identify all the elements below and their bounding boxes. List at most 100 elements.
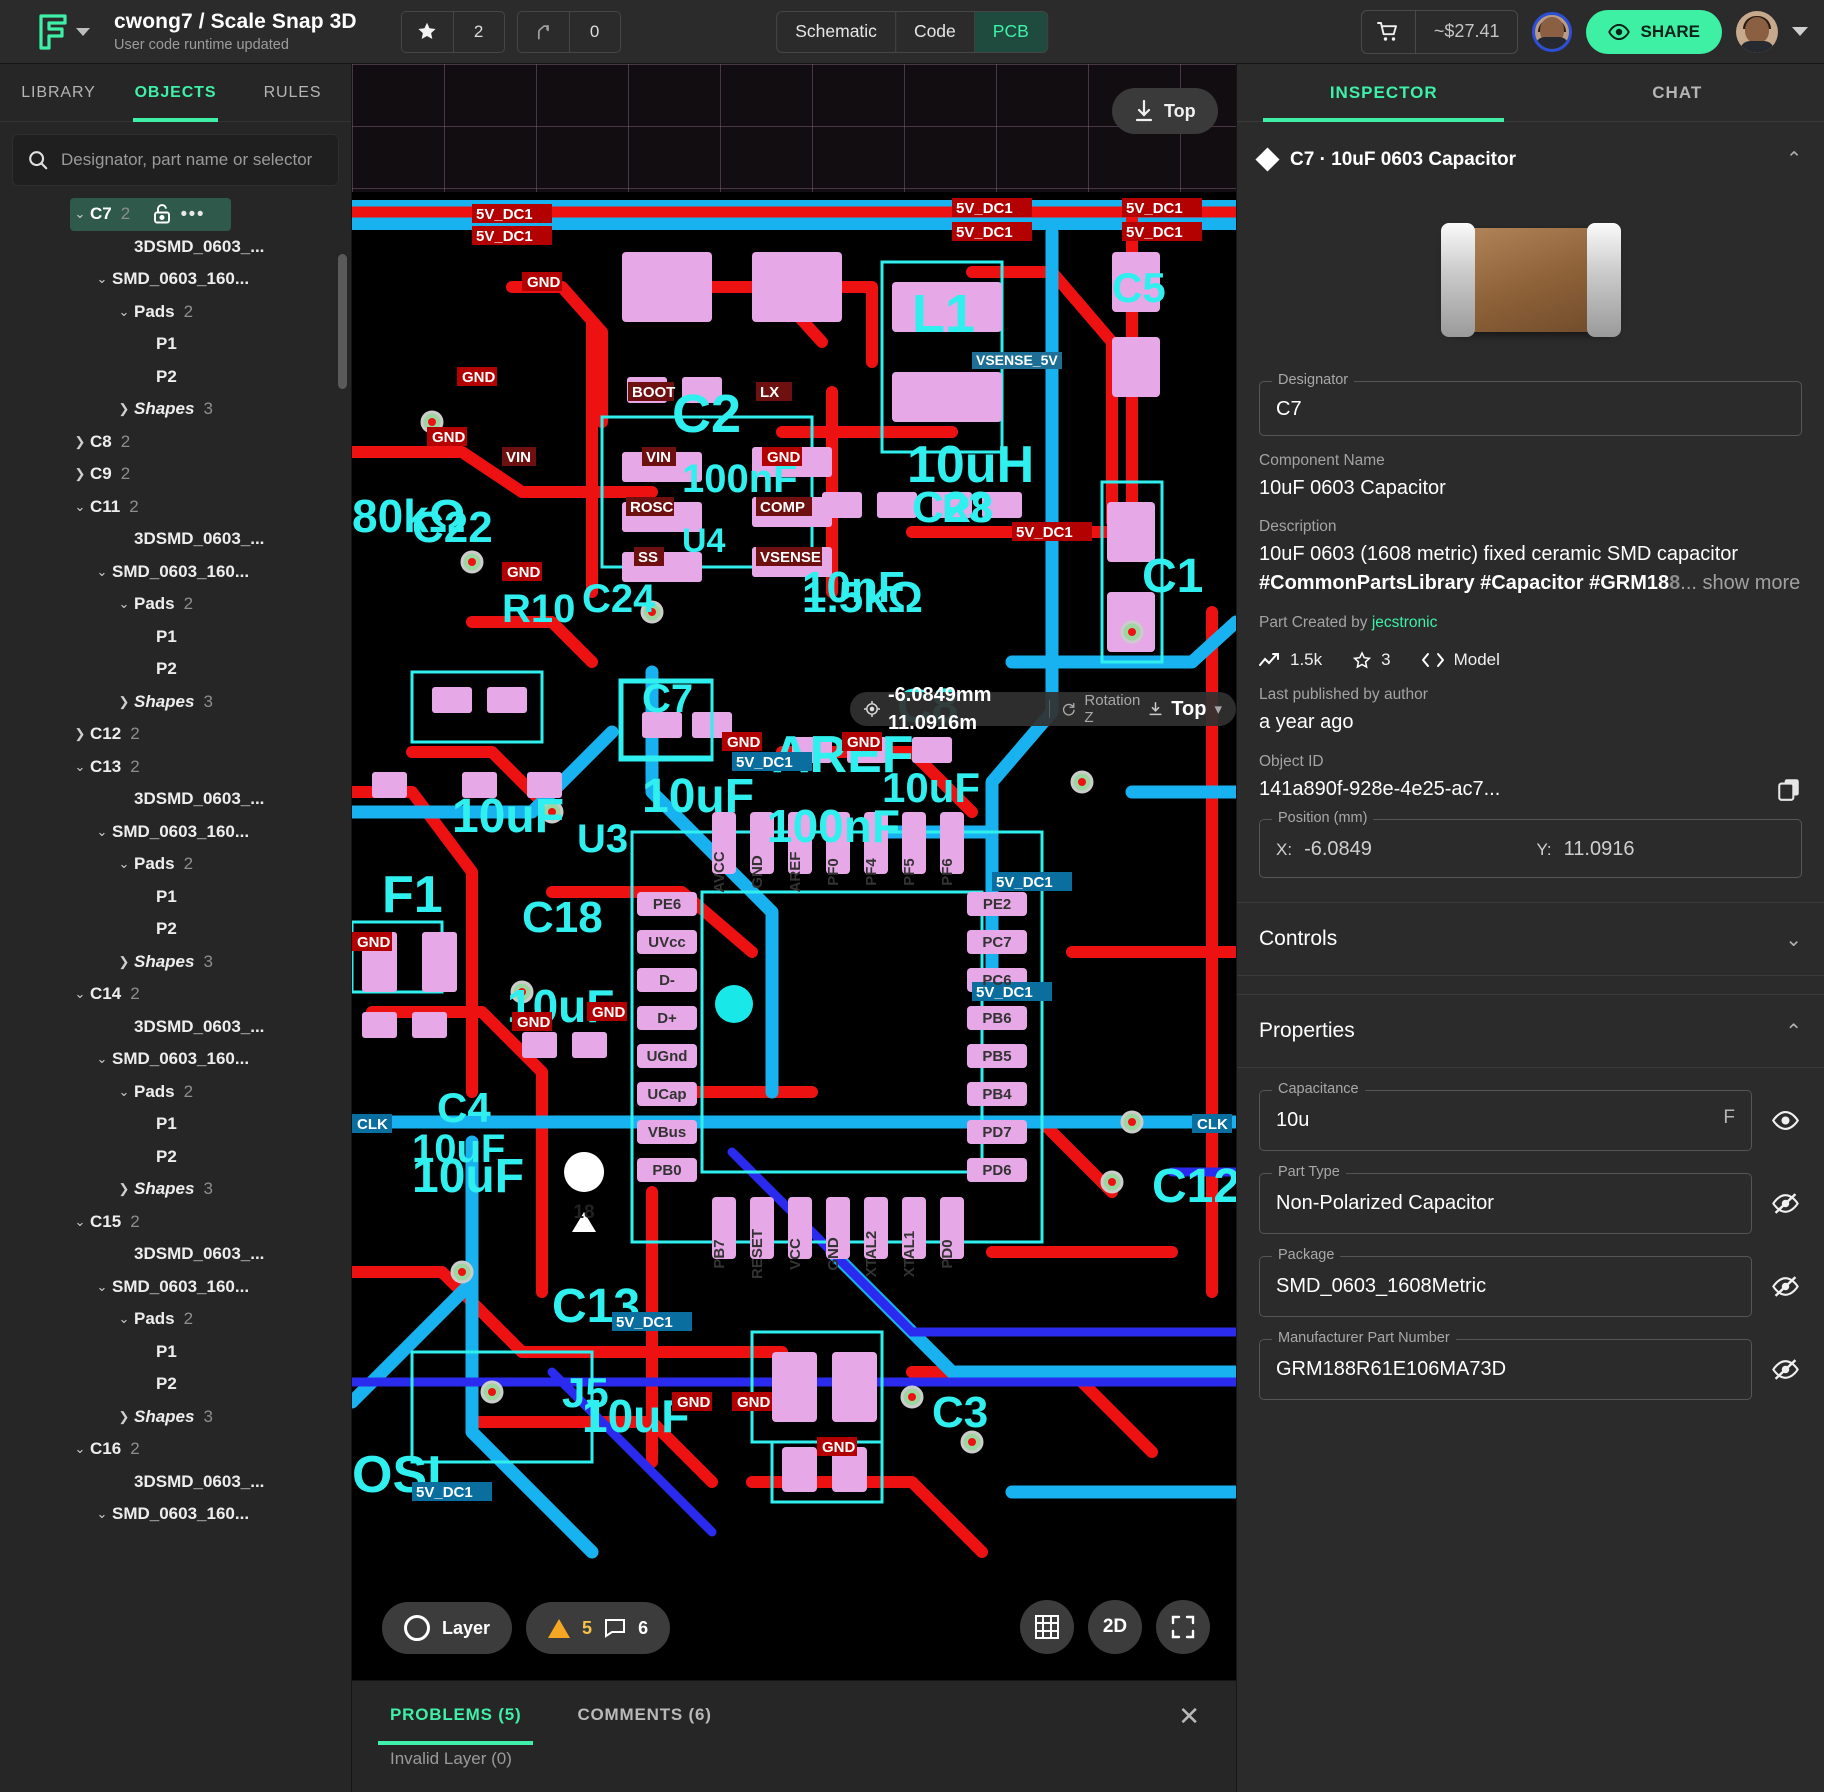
tree-row-smd-0603-160[interactable]: ⌄ SMD_0603_160...	[92, 1271, 351, 1304]
chevron-right-icon[interactable]: ❯	[114, 954, 134, 970]
tree-row-c8[interactable]: ❯ C8 2	[70, 426, 351, 459]
layer-button[interactable]: Layer	[382, 1602, 513, 1654]
mpn-value[interactable]: GRM188R61E106MA73D	[1276, 1356, 1735, 1383]
status-chip[interactable]: 5 6	[526, 1602, 671, 1654]
chevron-up-icon[interactable]: ⌃	[1785, 1019, 1802, 1044]
collaborator-avatar[interactable]	[1532, 11, 1573, 52]
show-more-link[interactable]: ... show more	[1680, 572, 1800, 594]
tree-row-shapes[interactable]: ❯ Shapes 3	[114, 1173, 351, 1206]
tree-row-c15[interactable]: ⌄ C15 2	[70, 1206, 351, 1239]
chevron-down-icon[interactable]: ⌄	[92, 1051, 112, 1067]
chevron-down-icon[interactable]: ⌄	[114, 596, 134, 612]
part-type-value[interactable]: Non-Polarized Capacitor	[1276, 1190, 1735, 1217]
more-horizontal-icon[interactable]: •••	[181, 204, 205, 224]
tree-row-smd-0603-160[interactable]: ⌄ SMD_0603_160...	[92, 556, 351, 589]
chevron-down-icon[interactable]: ⌄	[92, 1279, 112, 1295]
selection-position-toolbar[interactable]: -6.0849mm 11.0916m Rotation Z Top ▾	[850, 684, 1236, 734]
tree-row-c11[interactable]: ⌄ C11 2	[70, 491, 351, 524]
chevron-down-icon[interactable]: ⌄	[114, 1084, 134, 1100]
cart-price[interactable]: ~$27.41	[1416, 21, 1518, 42]
tab-code[interactable]: Code	[896, 11, 975, 52]
position-y-group[interactable]: Y: 11.0916	[1537, 838, 1786, 861]
tree-row-3dsmd-0603[interactable]: 3DSMD_0603_...	[114, 1238, 351, 1271]
chevron-down-icon[interactable]: ⌄	[70, 1214, 90, 1230]
chevron-down-icon[interactable]: ⌄	[70, 759, 90, 775]
tree-row-shapes[interactable]: ❯ Shapes 3	[114, 946, 351, 979]
tree-row-p2[interactable]: P2	[136, 913, 351, 946]
tree-row-c16[interactable]: ⌄ C16 2	[70, 1433, 351, 1466]
tab-schematic[interactable]: Schematic	[777, 11, 896, 52]
tab-library[interactable]: LIBRARY	[0, 64, 117, 121]
tree-row-p1[interactable]: P1	[136, 881, 351, 914]
tree-row-p2[interactable]: P2	[136, 1141, 351, 1174]
position-x-value[interactable]: -6.0849	[1304, 838, 1372, 861]
tree-row-c13[interactable]: ⌄ C13 2	[70, 751, 351, 784]
chevron-down-icon[interactable]: ⌄	[114, 1311, 134, 1327]
tab-pcb[interactable]: PCB	[974, 11, 1047, 52]
cart-group[interactable]: ~$27.41	[1360, 9, 1519, 54]
tree-scrollbar[interactable]	[338, 254, 347, 389]
model-link[interactable]: Model	[1421, 650, 1500, 670]
tree-row-smd-0603-160[interactable]: ⌄ SMD_0603_160...	[92, 263, 351, 296]
chevron-down-icon[interactable]: ⌄	[92, 271, 112, 287]
part-type-input[interactable]: Part Type Non-Polarized Capacitor	[1259, 1164, 1752, 1235]
tab-objects[interactable]: OBJECTS	[117, 64, 234, 122]
tree-row-3dsmd-0603[interactable]: 3DSMD_0603_...	[114, 1466, 351, 1499]
tree-row-shapes[interactable]: ❯ Shapes 3	[114, 1401, 351, 1434]
chevron-right-icon[interactable]: ❯	[114, 694, 134, 710]
eye-hidden-icon[interactable]	[1768, 1359, 1802, 1380]
tree-row-p2[interactable]: P2	[136, 1368, 351, 1401]
fork-icon[interactable]	[516, 10, 569, 53]
chevron-right-icon[interactable]: ❯	[70, 434, 90, 450]
unlock-icon[interactable]	[153, 204, 171, 224]
chevron-right-icon[interactable]: ❯	[114, 401, 134, 417]
capacitance-input[interactable]: Capacitance 10u F	[1259, 1081, 1752, 1152]
tree-row-p2[interactable]: P2	[136, 653, 351, 686]
position-x-group[interactable]: X: -6.0849	[1276, 838, 1525, 861]
tree-row-3dsmd-0603[interactable]: 3DSMD_0603_...	[114, 231, 351, 264]
tree-row-shapes[interactable]: ❯ Shapes 3	[114, 393, 351, 426]
chevron-down-icon[interactable]	[1792, 27, 1808, 36]
chevron-down-icon[interactable]: ⌄	[1785, 927, 1802, 952]
fullscreen-icon[interactable]	[1156, 1600, 1210, 1654]
tree-row-pads[interactable]: ⌄ Pads 2	[114, 1076, 351, 1109]
inspector-scroll[interactable]: C7 · 10uF 0603 Capacitor ⌃ Designator C7…	[1237, 122, 1824, 1792]
chevron-down-icon[interactable]: ⌄	[92, 824, 112, 840]
eye-hidden-icon[interactable]	[1768, 1276, 1802, 1297]
chevron-right-icon[interactable]: ❯	[70, 466, 90, 482]
tree-row-p1[interactable]: P1	[136, 1336, 351, 1369]
package-value[interactable]: SMD_0603_1608Metric	[1276, 1273, 1735, 1300]
chevron-down-icon[interactable]: ⌄	[114, 856, 134, 872]
tree-row-c7[interactable]: ⌄ C7 2 •••	[70, 198, 231, 231]
eye-visible-icon[interactable]	[1768, 1111, 1802, 1131]
star-icon[interactable]	[400, 10, 453, 53]
tree-row-pads[interactable]: ⌄ Pads 2	[114, 296, 351, 329]
properties-section-header[interactable]: Properties ⌃	[1237, 994, 1824, 1069]
chevron-down-icon[interactable]: ⌄	[114, 304, 134, 320]
problem-row[interactable]: Invalid Layer (0)	[352, 1749, 1236, 1769]
designator-value[interactable]: C7	[1276, 398, 1785, 421]
search-box[interactable]	[12, 134, 339, 186]
tree-row-shapes[interactable]: ❯ Shapes 3	[114, 686, 351, 719]
chevron-right-icon[interactable]: ❯	[70, 726, 90, 742]
tree-row-3dsmd-0603[interactable]: 3DSMD_0603_...	[114, 523, 351, 556]
shopping-cart-icon[interactable]	[1362, 10, 1416, 53]
dimension-toggle-button[interactable]: 2D	[1088, 1600, 1142, 1654]
tab-rules[interactable]: RULES	[234, 64, 351, 121]
view-orientation-button[interactable]: Top	[1112, 88, 1218, 134]
tree-row-c12[interactable]: ❯ C12 2	[70, 718, 351, 751]
tree-row-c9[interactable]: ❯ C9 2	[70, 458, 351, 491]
object-tree[interactable]: ⌄ C7 2 ••• 3DSMD_0603_... ⌄ SMD_0603_160... ⌄ Pa…	[0, 196, 351, 1792]
star-group[interactable]: 2	[400, 10, 505, 53]
chevron-down-icon[interactable]: ⌄	[70, 499, 90, 515]
tab-comments[interactable]: COMMENTS (6)	[577, 1681, 711, 1749]
position-field[interactable]: Position (mm) X: -6.0849 Y: 11.0916	[1259, 810, 1802, 879]
logo-menu[interactable]	[36, 13, 90, 51]
created-by-author[interactable]: jecstronic	[1372, 614, 1437, 631]
tree-row-p1[interactable]: P1	[136, 328, 351, 361]
inspector-header[interactable]: C7 · 10uF 0603 Capacitor ⌃	[1237, 122, 1824, 177]
capacitance-value[interactable]: 10u	[1276, 1107, 1713, 1134]
tab-chat[interactable]: CHAT	[1531, 64, 1824, 121]
tree-row-smd-0603-160[interactable]: ⌄ SMD_0603_160...	[92, 1043, 351, 1076]
tree-row-c14[interactable]: ⌄ C14 2	[70, 978, 351, 1011]
